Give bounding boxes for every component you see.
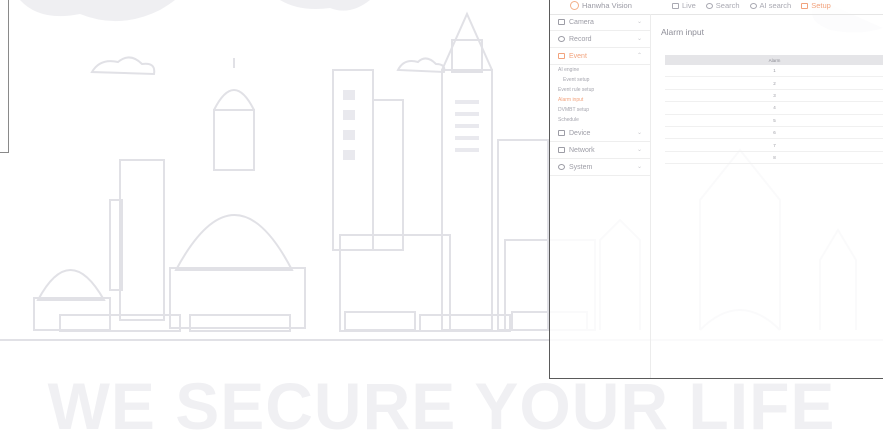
submenu-dvmbt-setup[interactable]: DVMBT setup	[550, 105, 650, 115]
record-icon	[558, 36, 565, 42]
sidebar-item-label: Event	[569, 52, 587, 60]
sidebar-item-record[interactable]: Record ⌄	[550, 31, 650, 48]
table-row[interactable]: 8	[665, 152, 883, 165]
submenu-alarm-input[interactable]: Alarm input	[550, 95, 650, 105]
nav-setup[interactable]: Setup	[801, 1, 831, 10]
chevron-up-icon: ⌃	[636, 53, 642, 59]
sidebar-item-label: Camera	[569, 18, 594, 26]
sidebar-item-label: Record	[569, 35, 592, 43]
nav-live-label: Live	[682, 1, 696, 10]
page-title: Alarm input	[661, 27, 704, 37]
alarm-input-panel: Alarm input Alarm 1 2 3 4 5 6 7 8	[651, 14, 883, 378]
table-row[interactable]: 7	[665, 139, 883, 152]
setup-sidebar: Camera ⌄ Record ⌄ Event ⌃ AI engine Even…	[550, 14, 651, 378]
ai-search-icon	[749, 2, 757, 9]
submenu-event-setup[interactable]: Event setup	[550, 75, 650, 85]
chevron-down-icon: ⌄	[636, 19, 642, 25]
top-bar: Hanwha Vision Live Search AI search Setu…	[550, 0, 883, 15]
sidebar-item-camera[interactable]: Camera ⌄	[550, 14, 650, 31]
brand-name: Hanwha Vision	[582, 1, 632, 10]
nav-ai-search[interactable]: AI search	[749, 1, 792, 10]
device-icon	[558, 130, 565, 136]
nav-ai-search-label: AI search	[759, 1, 792, 10]
brand: Hanwha Vision	[570, 1, 632, 10]
sidebar-item-device[interactable]: Device ⌄	[550, 125, 650, 142]
monitor-icon	[672, 2, 679, 9]
nav-live[interactable]: Live	[672, 1, 696, 10]
table-row[interactable]: 3	[665, 90, 883, 103]
table-row[interactable]: 1	[665, 65, 883, 78]
setup-icon	[801, 2, 809, 9]
hanwha-logo-icon	[570, 1, 579, 10]
chevron-down-icon: ⌄	[636, 164, 642, 170]
sidebar-item-system[interactable]: System ⌄	[550, 159, 650, 176]
nav-search[interactable]: Search	[705, 1, 740, 10]
sidebar-item-label: Network	[569, 146, 595, 154]
search-icon	[705, 2, 713, 9]
sidebar-item-label: System	[569, 163, 593, 171]
nav-setup-label: Setup	[811, 1, 831, 10]
alarm-input-table: Alarm 1 2 3 4 5 6 7 8	[665, 55, 883, 165]
table-row[interactable]: 4	[665, 102, 883, 115]
sidebar-item-event[interactable]: Event ⌃	[550, 48, 650, 65]
chevron-down-icon: ⌄	[636, 147, 642, 153]
submenu-event-rule-setup[interactable]: Event rule setup	[550, 85, 650, 95]
tagline-watermark: WE SECURE YOUR LIFE	[47, 369, 836, 443]
nvr-setup-window: Hanwha Vision Live Search AI search Setu…	[549, 0, 883, 379]
event-icon	[558, 53, 565, 59]
sidebar-item-network[interactable]: Network ⌄	[550, 142, 650, 159]
chevron-down-icon: ⌄	[636, 130, 642, 136]
camera-icon	[558, 19, 565, 25]
chevron-down-icon: ⌄	[636, 36, 642, 42]
table-row[interactable]: 6	[665, 127, 883, 140]
top-nav: Live Search AI search Setup	[672, 1, 831, 10]
submenu-schedule[interactable]: Schedule	[550, 115, 650, 125]
submenu-ai-engine[interactable]: AI engine	[550, 65, 650, 75]
nav-search-label: Search	[715, 1, 740, 10]
sidebar-item-label: Device	[569, 129, 591, 137]
table-header-alarm: Alarm	[665, 55, 883, 65]
network-icon	[558, 147, 565, 153]
table-row[interactable]: 2	[665, 77, 883, 90]
table-row[interactable]: 5	[665, 115, 883, 127]
window-frame-edge	[0, 0, 9, 153]
system-icon	[558, 164, 565, 170]
